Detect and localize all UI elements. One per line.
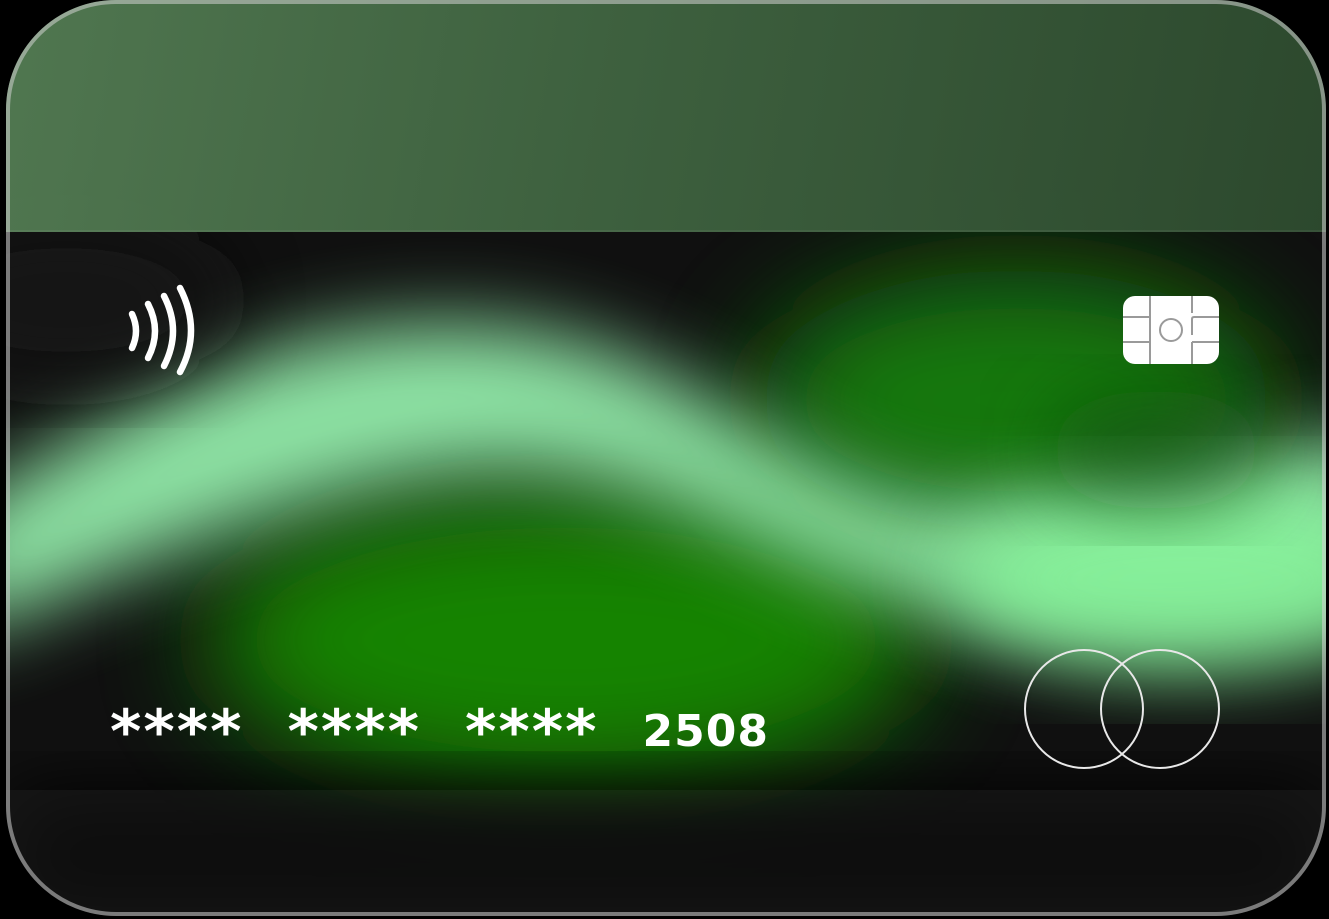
- chip-icon: [1123, 296, 1219, 364]
- card-number: **** **** **** 2508: [110, 702, 769, 762]
- card-number-group-3: ****: [465, 697, 599, 767]
- mastercard-circles-logo: [1024, 649, 1220, 769]
- contactless-icon[interactable]: [124, 284, 204, 378]
- payment-card: **** **** **** 2508: [6, 0, 1326, 916]
- card-number-last-four: 2508: [642, 706, 770, 757]
- magnetic-stripe-band: [6, 0, 1326, 232]
- card-number-group-2: ****: [287, 697, 422, 767]
- card-number-group-1: ****: [110, 697, 244, 767]
- band-divider: [6, 230, 1326, 232]
